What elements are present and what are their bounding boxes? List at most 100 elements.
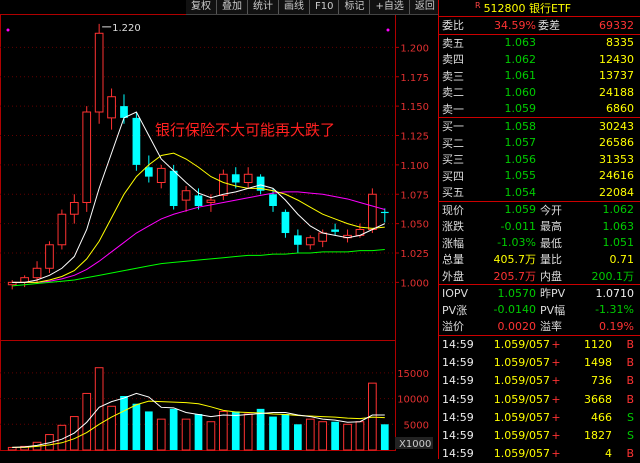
iopv-label: PV涨	[442, 303, 468, 317]
tick-side: S	[627, 410, 634, 424]
bid-volume: 26586	[599, 136, 634, 150]
volume-bar	[218, 410, 228, 451]
stats-block: 现价 1.059 今开 1.062 涨跌 -0.011 最高 1.063 涨幅 -1.03% 最低 1…	[439, 200, 640, 285]
tick-list[interactable]: 14:59 1.059/057 +1120 B 14:59 1.059/057 +1498 B…	[439, 334, 640, 463]
toolbar-button-4[interactable]: F10	[310, 0, 340, 14]
bid-volume: 31353	[599, 152, 634, 166]
candle-body	[206, 199, 216, 203]
ask-volume: 13737	[599, 69, 634, 83]
bid-price: 1.054	[504, 185, 537, 199]
security-title: R 512800 银行ETF	[439, 0, 640, 16]
bid-price: 1.055	[504, 169, 537, 183]
bid-row: 买五 1.054 22084	[439, 184, 640, 201]
volume-bar	[380, 424, 389, 450]
iopv-label: 溢价	[442, 320, 464, 334]
chart-annotation: 银行保险不大可能再大跌了	[155, 121, 335, 139]
stat-value: 200.1万	[591, 269, 635, 283]
stat-row: 涨跌 -0.011 最高 1.063	[439, 218, 640, 235]
tick-volume: 3668	[584, 392, 612, 406]
toolbar-button-2[interactable]: 统计	[248, 0, 279, 14]
volume-bar	[294, 424, 302, 450]
candle-body	[318, 232, 328, 242]
tick-row: 14:59 1.059/057 +1827 S	[439, 426, 640, 444]
toolbar-button-7[interactable]: 返回	[410, 0, 441, 14]
ask-volume: 24188	[599, 85, 634, 99]
stat-label: 总量	[442, 253, 464, 267]
price-tick-label: 1.050	[400, 220, 429, 231]
kline-chart-area[interactable]: 1.200 1.175 1.150 1.125 1.100 1.075 1.050 1.025…	[0, 0, 438, 459]
tick-row: 14:59 1.059/057 +466 S	[439, 408, 640, 426]
price-tick-label: 1.175	[400, 73, 429, 84]
toolbar-button-1[interactable]: 叠加	[217, 0, 248, 14]
volume-bar	[132, 403, 141, 450]
bid-volume: 24616	[599, 169, 634, 183]
toolbar-button-3[interactable]: 画线	[279, 0, 310, 14]
candle-body	[107, 96, 116, 119]
volume-bar	[169, 408, 178, 450]
candle-body	[243, 173, 253, 183]
tick-price: 1.059/057	[493, 338, 550, 352]
tick-volume: 1827	[584, 429, 612, 443]
toolbar-button-6[interactable]: +自选	[370, 0, 410, 14]
candle-body	[218, 173, 228, 196]
stat-value: 405.7万	[493, 253, 537, 267]
security-name: 512800 银行ETF	[483, 2, 572, 15]
bid-price: 1.056	[504, 152, 537, 166]
bid-price: 1.058	[504, 119, 537, 133]
volume-bar	[331, 421, 339, 450]
bid-label: 买五	[442, 186, 464, 200]
toolbar-button-5[interactable]: 标记	[339, 0, 371, 14]
toolbar-button-0[interactable]: 复权	[186, 0, 217, 14]
tick-price: 1.059/057	[493, 410, 550, 424]
candle-body	[331, 229, 339, 232]
candle-body	[94, 32, 104, 113]
stat-value: 1.062	[602, 203, 635, 217]
chart-toolbar: 复权 叠加 统计 画线 F10 标记 +自选 返回	[186, 0, 441, 15]
ma60-line	[12, 248, 385, 287]
tick-sign: +	[551, 356, 561, 370]
candle-body	[69, 201, 79, 215]
stat-row: 外盘 205.7万 内盘 200.1万	[439, 268, 640, 285]
volume-bar	[194, 414, 203, 450]
ask-label: 卖三	[442, 69, 464, 83]
stat-value: 1.063	[602, 219, 635, 233]
ask-row: 卖二 1.060 24188	[439, 84, 640, 101]
tick-volume: 1120	[584, 338, 612, 352]
tick-row: 14:59 1.059/057 +3668 B	[439, 390, 640, 408]
tick-side: B	[626, 447, 634, 461]
bid-row: 买三 1.056 31353	[439, 151, 640, 168]
volume-bar	[144, 411, 153, 450]
bid-row: 买二 1.057 26586	[439, 135, 640, 152]
tick-price: 1.059/057	[493, 429, 550, 443]
iopv-label: 溢率	[540, 320, 562, 334]
tick-volume: 466	[591, 410, 612, 424]
candle-body	[305, 237, 315, 246]
stat-row: 涨幅 -1.03% 最低 1.051	[439, 235, 640, 252]
tick-row: 14:59 1.059/057 +1498 B	[439, 354, 640, 372]
buy-book: 买一 1.058 30243 买二 1.057 26586 买三 1.056 31353 买四 1.…	[439, 117, 640, 201]
volume-bar	[243, 413, 253, 451]
stat-value: 0.71	[609, 252, 635, 266]
ask-row: 卖三 1.061 13737	[439, 68, 640, 85]
candle-body	[281, 211, 290, 234]
candle-body	[380, 211, 389, 214]
price-tick-label: 1.000	[400, 278, 429, 289]
tick-time: 14:59	[442, 429, 474, 443]
stat-value: 1.051	[602, 236, 635, 250]
stat-label: 最低	[540, 236, 562, 250]
tick-side: B	[626, 338, 634, 352]
iopv-block: IOPV 1.0570 昨PV 1.0710 PV涨 -0.0140 PV幅 -1.31% 溢价…	[439, 284, 640, 335]
volume-bar	[206, 421, 216, 451]
tick-price: 1.059/057	[493, 447, 550, 461]
ask-volume: 6860	[606, 102, 634, 116]
kline-chart[interactable]: 1.200 1.175 1.150 1.125 1.100 1.075 1.050 1.025…	[0, 0, 438, 459]
volume-bar	[343, 423, 352, 451]
tick-row: 14:59 1.059/057 +4 B	[439, 445, 640, 463]
stat-label: 外盘	[442, 269, 464, 283]
candle-body	[194, 195, 203, 206]
volume-bar	[281, 414, 290, 450]
stat-row: 现价 1.059 今开 1.062	[439, 202, 640, 219]
iopv-value: -0.0140	[493, 303, 536, 317]
ask-volume: 8335	[606, 36, 634, 50]
weicha-label: 委差	[538, 19, 560, 33]
